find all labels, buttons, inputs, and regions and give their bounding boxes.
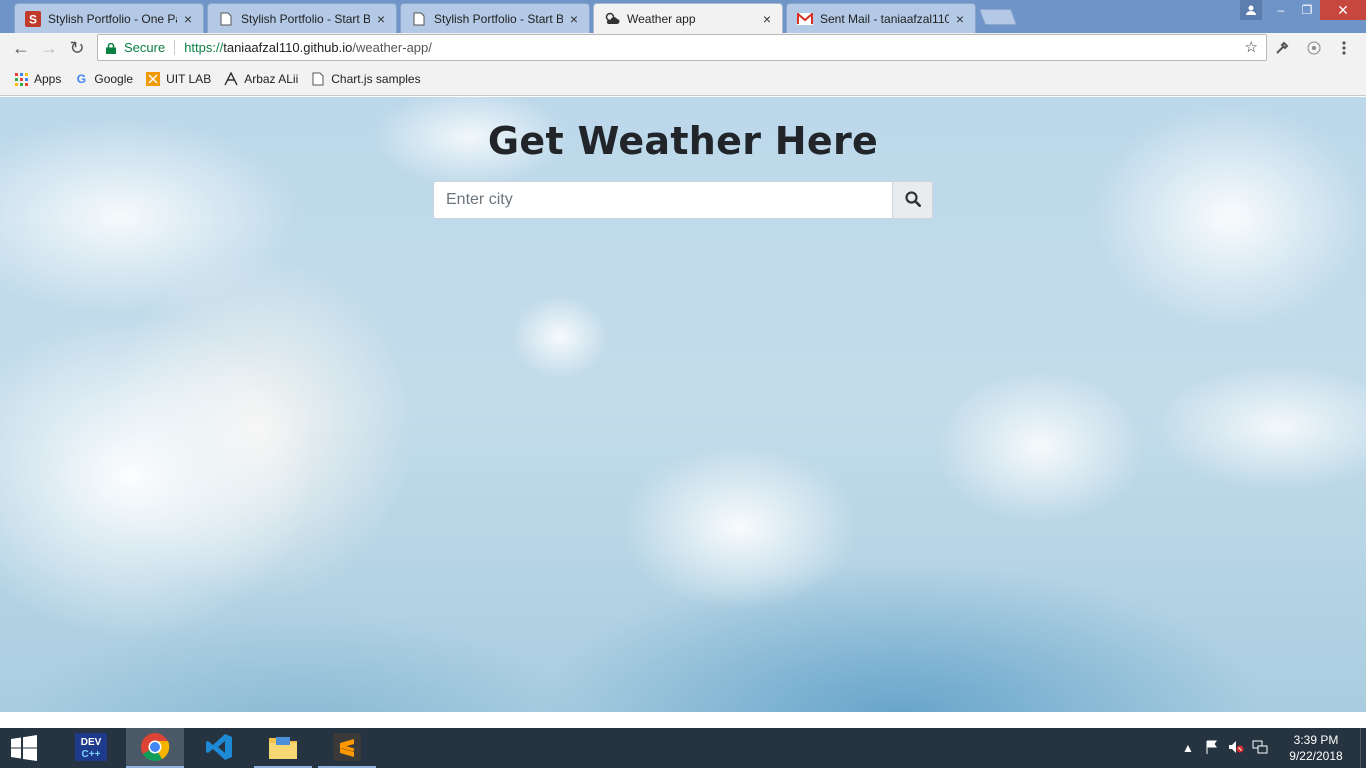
system-tray: ▲ 3:39 PM 9/22/2018 [1176, 728, 1366, 768]
eyedropper-extension-icon[interactable] [1270, 37, 1294, 59]
chevron-up-icon[interactable]: ▲ [1176, 741, 1200, 755]
restore-button[interactable]: ❐ [1294, 0, 1320, 20]
bookmarks-bar: Apps G Google UIT LAB Arbaz ALii Chart.j… [0, 63, 1366, 96]
devc-icon[interactable]: DEV C++ [62, 728, 120, 768]
profile-icon[interactable] [1240, 0, 1262, 20]
clock-time: 3:39 PM [1293, 733, 1339, 747]
close-icon[interactable]: × [374, 12, 388, 26]
bookmark-google[interactable]: G Google [74, 72, 133, 86]
url-text[interactable]: https://taniaafzal110.github.io/weather-… [184, 40, 432, 55]
bookmark-uit-lab[interactable]: UIT LAB [146, 72, 211, 86]
uit-icon [146, 72, 161, 86]
sublime-icon[interactable] [318, 728, 376, 768]
close-icon[interactable]: × [567, 12, 581, 26]
secure-label: Secure [124, 40, 176, 55]
windows-taskbar: DEV C++ ▲ 3:39 PM 9/22/2018 [0, 728, 1366, 768]
svg-text:DEV: DEV [81, 737, 102, 748]
search-form [433, 181, 933, 219]
url-scheme: https:// [184, 40, 224, 55]
tab-title: Stylish Portfolio - Start Bo [434, 11, 563, 26]
arbaz-icon [224, 72, 238, 86]
tab-title: Stylish Portfolio - Start Bo [241, 11, 370, 26]
gmail-icon [797, 11, 813, 27]
tab-weather-app[interactable]: Weather app × [593, 3, 783, 33]
tab-sent-mail[interactable]: Sent Mail - taniaafzal110( × [786, 3, 976, 33]
weather-app-page: Get Weather Here [0, 97, 1366, 712]
tab-stylish-portfolio-3[interactable]: Stylish Portfolio - Start Bo × [400, 3, 590, 33]
extension-icon[interactable] [1302, 37, 1326, 59]
clock[interactable]: 3:39 PM 9/22/2018 [1272, 732, 1360, 764]
bookmark-label: Chart.js samples [331, 72, 421, 86]
network-icon[interactable] [1248, 740, 1272, 757]
search-button[interactable] [892, 181, 933, 219]
tab-strip: S Stylish Portfolio - One Pa × Stylish P… [0, 0, 1366, 33]
tab-title: Stylish Portfolio - One Pa [48, 11, 177, 26]
minimize-button[interactable]: – [1268, 0, 1294, 20]
new-tab-button[interactable] [979, 9, 1017, 25]
svg-text:S: S [29, 12, 37, 26]
volume-muted-icon[interactable] [1224, 740, 1248, 757]
bookmark-label: Google [94, 72, 134, 86]
chrome-icon[interactable] [126, 728, 184, 768]
svg-text:C++: C++ [82, 749, 101, 760]
bookmark-arbaz-alii[interactable]: Arbaz ALii [224, 72, 298, 86]
s-logo-icon: S [25, 10, 41, 27]
page-bottom-margin [0, 712, 1366, 728]
bookmark-label: Arbaz ALii [244, 72, 299, 86]
close-icon[interactable]: × [181, 12, 195, 26]
url-path: /weather-app/ [352, 40, 432, 55]
reload-button[interactable]: ↻ [63, 34, 91, 62]
windows-start-icon[interactable] [0, 728, 48, 768]
apps-grid-icon [14, 72, 28, 86]
close-icon[interactable]: × [953, 12, 967, 26]
forward-button[interactable]: → [35, 34, 63, 62]
page-icon [218, 11, 234, 27]
google-icon: G [76, 72, 87, 86]
vscode-icon[interactable] [190, 728, 248, 768]
tab-stylish-portfolio-1[interactable]: S Stylish Portfolio - One Pa × [14, 3, 204, 33]
tab-title: Weather app [627, 11, 696, 26]
tab-title: Sent Mail - taniaafzal110( [820, 11, 949, 26]
show-desktop-button[interactable] [1360, 728, 1366, 768]
bookmark-label: UIT LAB [166, 72, 212, 86]
file-explorer-icon[interactable] [254, 728, 312, 768]
lock-icon [106, 42, 116, 54]
page-title: Get Weather Here [487, 119, 879, 163]
search-icon [904, 190, 921, 210]
page-icon [411, 11, 427, 27]
browser-toolbar: ← → ↻ Secure https://taniaafzal110.githu… [0, 33, 1366, 63]
window-close-button[interactable]: ✕ [1320, 0, 1366, 20]
url-host: taniaafzal110.github.io [223, 40, 353, 55]
address-bar[interactable]: Secure https://taniaafzal110.github.io/w… [97, 34, 1267, 61]
menu-icon[interactable] [1332, 37, 1356, 59]
city-search-input[interactable] [433, 181, 892, 219]
bookmark-chartjs-samples[interactable]: Chart.js samples [311, 72, 421, 86]
page-icon [311, 72, 325, 86]
weather-icon [604, 11, 620, 27]
bookmark-star-icon[interactable]: ☆ [1245, 38, 1258, 56]
bookmark-apps[interactable]: Apps [14, 72, 61, 86]
flag-icon[interactable] [1200, 740, 1224, 757]
window-controls: – ❐ ✕ [1240, 0, 1366, 20]
bookmark-label: Apps [34, 72, 62, 86]
back-button[interactable]: ← [7, 34, 35, 62]
tab-stylish-portfolio-2[interactable]: Stylish Portfolio - Start Bo × [207, 3, 397, 33]
close-icon[interactable]: × [760, 12, 774, 26]
clock-date: 9/22/2018 [1289, 749, 1343, 763]
